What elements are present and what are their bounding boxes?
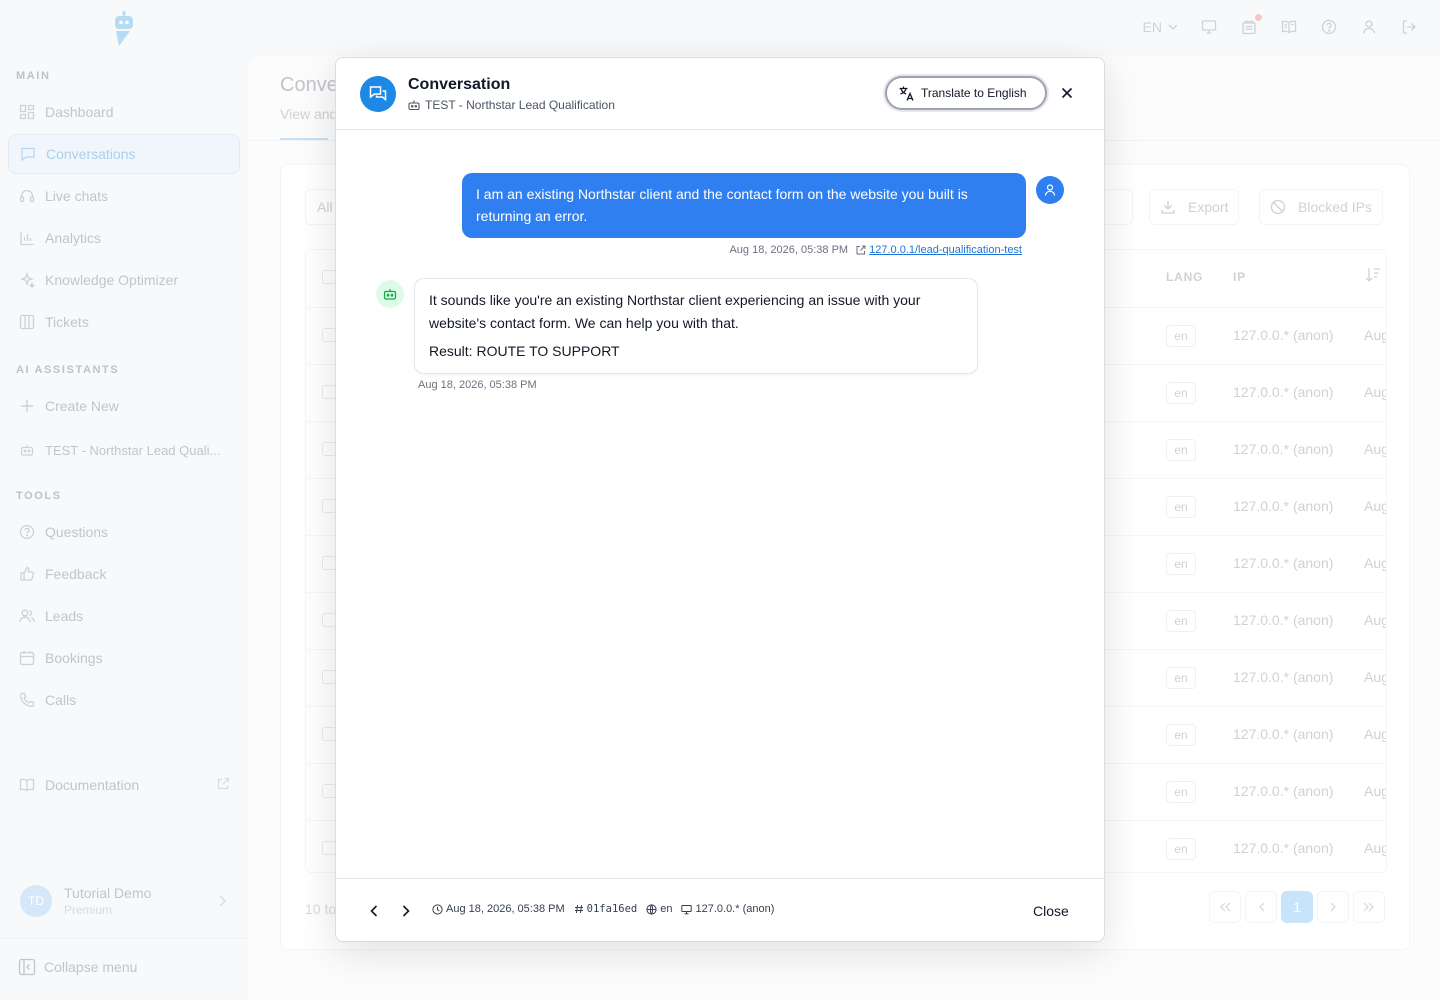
meta-date: Aug 18, 2026, 05:38 PM [432, 903, 565, 915]
bot-avatar-icon [376, 280, 404, 308]
modal-subtitle: TEST - Northstar Lead Qualification [408, 98, 615, 112]
bot-message-text: It sounds like you're an existing Norths… [429, 292, 921, 331]
meta-id: 01fa16ed [574, 903, 638, 915]
next-conversation-button[interactable] [396, 901, 416, 921]
assistant-name: TEST - Northstar Lead Qualification [425, 98, 615, 112]
source-page-link[interactable]: 127.0.0.1/lead-qualification-test [856, 244, 1022, 256]
conversation-meta: Aug 18, 2026, 05:38 PM 01fa16ed en 127.0… [432, 903, 774, 915]
bot-message-bubble: It sounds like you're an existing Norths… [414, 278, 978, 374]
meta-id-value: 01fa16ed [586, 903, 638, 915]
previous-conversation-button[interactable] [364, 901, 384, 921]
translate-label: Translate to English [921, 86, 1027, 100]
conversation-icon [360, 76, 396, 112]
translate-icon [898, 85, 915, 102]
conversation-modal: Conversation TEST - Northstar Lead Quali… [335, 57, 1105, 942]
close-button[interactable]: Close [1033, 903, 1069, 919]
translate-button[interactable]: Translate to English [885, 76, 1047, 110]
modal-footer: Aug 18, 2026, 05:38 PM 01fa16ed en 127.0… [336, 878, 1104, 941]
globe-icon [646, 903, 657, 915]
user-message-bubble: I am an existing Northstar client and th… [462, 173, 1026, 238]
meta-lang-value: en [660, 903, 673, 915]
user-message-meta: Aug 18, 2026, 05:38 PM 127.0.0.1/lead-qu… [729, 244, 1022, 256]
user-message-timestamp: Aug 18, 2026, 05:38 PM [729, 244, 849, 256]
meta-ip: 127.0.0.* (anon) [681, 903, 774, 915]
bot-message-timestamp: Aug 18, 2026, 05:38 PM [418, 379, 537, 391]
monitor-icon [681, 904, 693, 915]
source-page-url: 127.0.0.1/lead-qualification-test [869, 244, 1022, 256]
clock-icon [432, 903, 443, 915]
external-link-icon [856, 245, 866, 255]
modal-header: Conversation TEST - Northstar Lead Quali… [336, 58, 1104, 130]
hash-icon [574, 904, 584, 914]
modal-title: Conversation [408, 76, 511, 93]
chevron-right-icon [402, 905, 410, 917]
meta-lang: en [646, 903, 672, 915]
close-icon[interactable] [1058, 84, 1076, 102]
bot-icon [408, 99, 420, 111]
meta-date-value: Aug 18, 2026, 05:38 PM [446, 903, 565, 915]
meta-ip-value: 127.0.0.* (anon) [695, 903, 775, 915]
bot-result-text: Result: ROUTE TO SUPPORT [429, 343, 620, 359]
chevron-left-icon [370, 905, 378, 917]
user-avatar-icon [1036, 176, 1064, 204]
